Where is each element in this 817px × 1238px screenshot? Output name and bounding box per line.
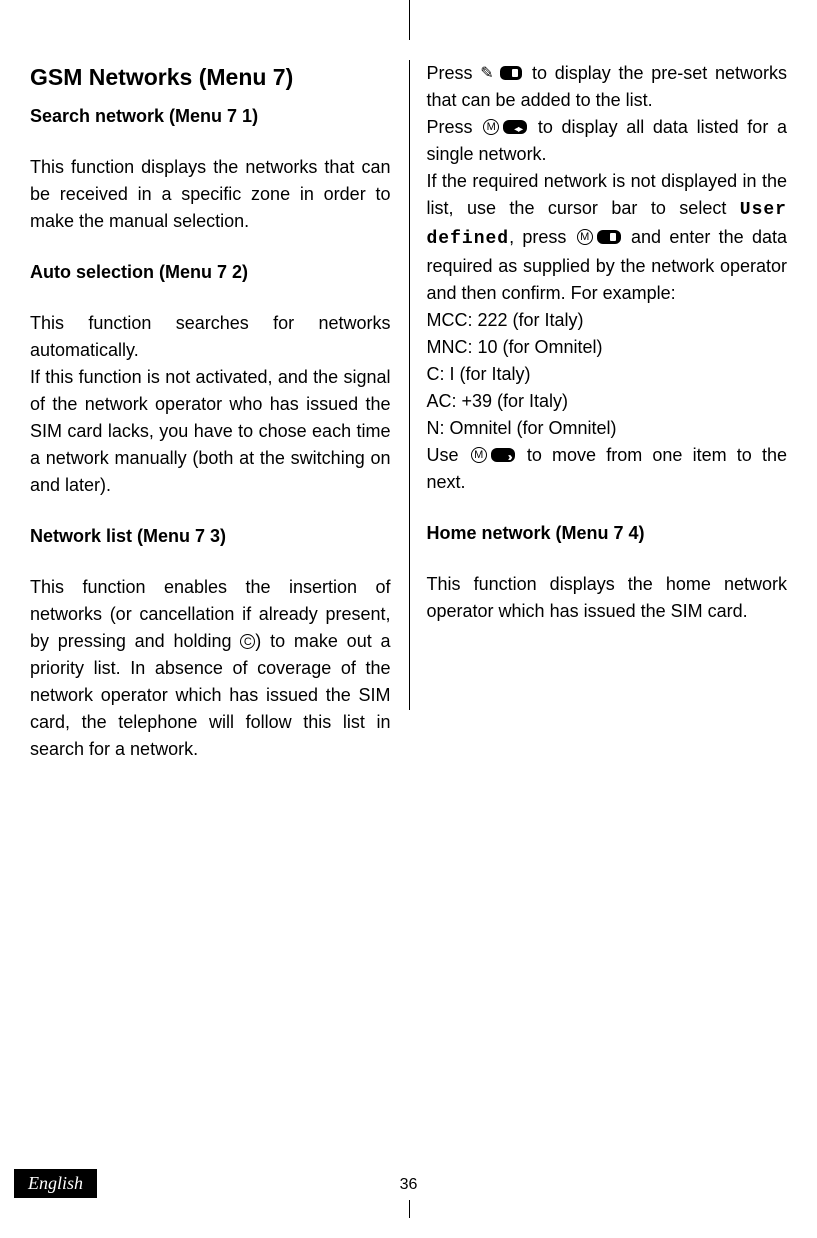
text-span: If the required network is not displayed… xyxy=(427,171,788,218)
subsection-heading: Home network (Menu 7 4) xyxy=(427,520,788,547)
body-text: Press to display the pre-set networks th… xyxy=(427,60,788,114)
body-text: This function searches for networks auto… xyxy=(30,310,391,364)
menu-arrows-icon: ◂▸ xyxy=(483,120,527,136)
pencil-softkey-icon xyxy=(482,66,522,82)
list-item: AC: +39 (for Italy) xyxy=(427,388,788,415)
text-span: Press xyxy=(427,117,482,137)
list-item: N: Omnitel (for Omnitel) xyxy=(427,415,788,442)
menu-next-icon: ›› xyxy=(471,448,515,464)
c-key-icon: C xyxy=(240,634,255,649)
page-footer: English 36 xyxy=(0,1169,817,1198)
bottom-tick-mark xyxy=(409,1200,410,1218)
list-item: MNC: 10 (for Omnitel) xyxy=(427,334,788,361)
subsection-heading: Auto selection (Menu 7 2) xyxy=(30,259,391,286)
body-text: Use ›› to move from one item to the next… xyxy=(427,442,788,496)
text-span: Use xyxy=(427,445,469,465)
body-text: If this function is not activated, and t… xyxy=(30,364,391,499)
menu-softkey-icon xyxy=(577,230,621,246)
body-text: This function displays the home network … xyxy=(427,571,788,625)
column-divider xyxy=(409,60,410,710)
body-text: This function displays the networks that… xyxy=(30,154,391,235)
text-span: , press xyxy=(509,227,575,247)
language-tab: English xyxy=(14,1169,97,1198)
list-item: C: I (for Italy) xyxy=(427,361,788,388)
list-item: MCC: 222 (for Italy) xyxy=(427,307,788,334)
page-number: 36 xyxy=(400,1176,418,1194)
right-column: Press to display the pre-set networks th… xyxy=(409,60,788,787)
text-span: Press xyxy=(427,63,481,83)
two-column-layout: GSM Networks (Menu 7) Search network (Me… xyxy=(30,60,787,787)
left-column: GSM Networks (Menu 7) Search network (Me… xyxy=(30,60,409,787)
body-text: Press ◂▸ to display all data listed for … xyxy=(427,114,788,168)
section-heading: GSM Networks (Menu 7) xyxy=(30,60,391,95)
page-container: GSM Networks (Menu 7) Search network (Me… xyxy=(0,0,817,1238)
body-text: This function enables the insertion of n… xyxy=(30,574,391,763)
subsection-heading: Search network (Menu 7 1) xyxy=(30,103,391,130)
top-tick-mark xyxy=(409,0,410,40)
body-text: If the required network is not displayed… xyxy=(427,168,788,307)
subsection-heading: Network list (Menu 7 3) xyxy=(30,523,391,550)
